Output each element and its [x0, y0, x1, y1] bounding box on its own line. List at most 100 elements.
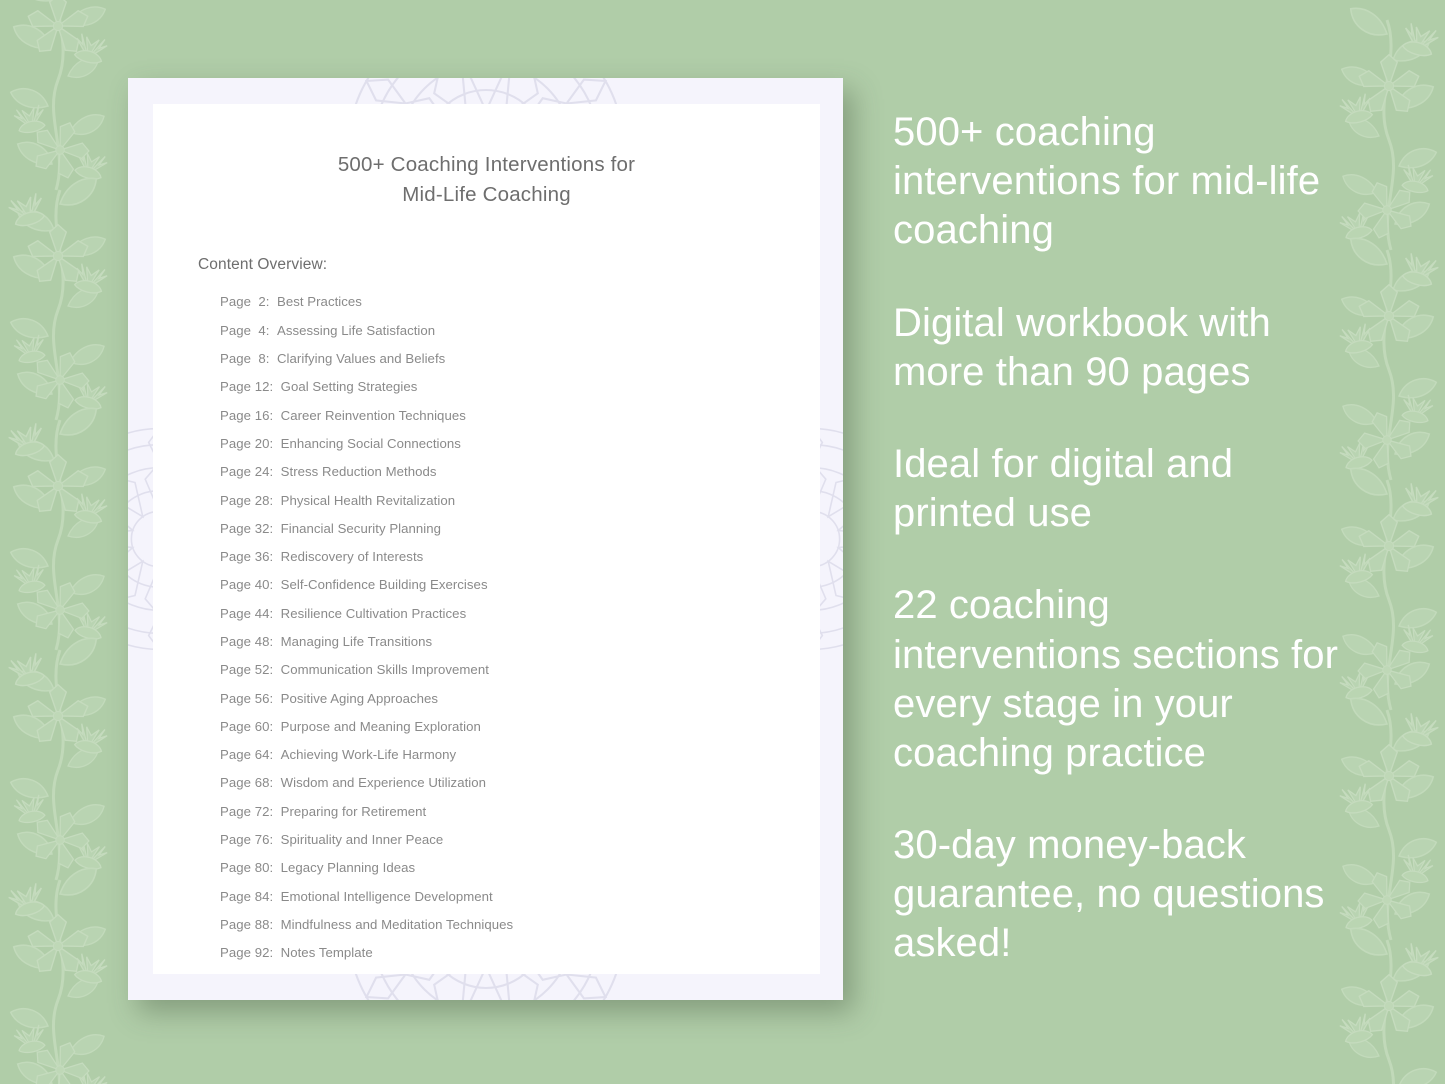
toc-separator: [273, 437, 280, 450]
toc-separator: [273, 607, 280, 620]
toc-row: Page 68: Wisdom and Experience Utilizati…: [220, 776, 786, 789]
toc-separator: [273, 833, 280, 846]
toc-row: Page 24: Stress Reduction Methods: [220, 465, 786, 478]
table-of-contents: Page 2: Best Practices Page 4: Assessing …: [220, 295, 786, 959]
toc-page-number: Page 28:: [220, 492, 274, 508]
toc-row: Page 92: Notes Template: [220, 946, 786, 959]
toc-row: Page 40: Self-Confidence Building Exerci…: [220, 578, 786, 591]
promo-line: 22 coaching interventions sections for e…: [893, 583, 1339, 775]
toc-page-number: Page 52:: [220, 662, 274, 678]
toc-separator: [273, 494, 280, 507]
toc-row: Page 72: Preparing for Retirement: [220, 805, 786, 818]
toc-row: Page 36: Rediscovery of Interests: [220, 550, 786, 563]
toc-section-title: Legacy Planning Ideas: [280, 860, 416, 876]
toc-separator: [270, 352, 277, 365]
toc-separator: [273, 776, 280, 789]
toc-separator: [273, 663, 280, 676]
toc-section-title: Purpose and Meaning Exploration: [280, 718, 481, 734]
toc-section-title: Communication Skills Improvement: [280, 662, 489, 678]
toc-section-title: Achieving Work-Life Harmony: [280, 747, 457, 763]
toc-row: Page 48: Managing Life Transitions: [220, 635, 786, 648]
toc-row: Page 8: Clarifying Values and Beliefs: [220, 352, 786, 365]
toc-page-number: Page 80:: [220, 860, 274, 876]
floral-vine-icon: [0, 0, 136, 1084]
toc-section-title: Clarifying Values and Beliefs: [276, 351, 446, 367]
page-title: 500+ Coaching Interventions for Mid-Life…: [337, 153, 636, 206]
toc-separator: [273, 720, 280, 733]
toc-page-number: Page 60:: [220, 718, 274, 734]
toc-section-title: Rediscovery of Interests: [280, 549, 424, 565]
toc-section-title: Notes Template: [280, 945, 373, 961]
toc-row: Page 76: Spirituality and Inner Peace: [220, 833, 786, 846]
toc-row: Page 32: Financial Security Planning: [220, 522, 786, 535]
toc-row: Page 84: Emotional Intelligence Developm…: [220, 888, 786, 904]
toc-page-number: Page 56:: [220, 690, 274, 706]
toc-row: Page 44: Resilience Cultivation Practice…: [220, 607, 786, 620]
toc-page-number: Page 4:: [220, 322, 270, 338]
toc-page-number: Page 12:: [220, 379, 274, 395]
toc-row: Page 60: Purpose and Meaning Exploration: [220, 720, 786, 733]
toc-page-number: Page 16:: [220, 407, 274, 423]
promo-line: Digital workbook with more than 90 pages: [893, 300, 1271, 394]
toc-separator: [270, 324, 277, 337]
toc-section-title: Self-Confidence Building Exercises: [280, 577, 488, 593]
toc-separator: [273, 522, 280, 535]
toc-separator: [273, 918, 280, 931]
toc-separator: [273, 692, 280, 705]
toc-row: Page 12: Goal Setting Strategies: [220, 380, 786, 393]
toc-page-number: Page 72:: [220, 803, 274, 819]
promo-line: 30-day money-back guarantee, no question…: [893, 823, 1325, 966]
toc-section-title: Positive Aging Approaches: [280, 690, 439, 706]
toc-separator: [273, 946, 280, 959]
toc-separator: [273, 380, 280, 393]
toc-separator: [273, 465, 280, 478]
toc-page-number: Page 32:: [220, 520, 274, 536]
toc-page-number: Page 88:: [220, 916, 274, 932]
workbook-page: 500+ Coaching Interventions for Mid-Life…: [153, 104, 820, 974]
toc-section-title: Enhancing Social Connections: [280, 435, 461, 451]
toc-separator: [273, 861, 280, 874]
toc-section-title: Career Reinvention Techniques: [280, 407, 466, 423]
toc-row: Page 88: Mindfulness and Meditation Tech…: [220, 918, 786, 931]
toc-page-number: Page 76:: [220, 832, 274, 848]
content-overview-label: Content Overview:: [198, 256, 328, 274]
toc-row: Page 64: Achieving Work-Life Harmony: [220, 748, 786, 761]
toc-row: Page 80: Legacy Planning Ideas: [220, 861, 786, 874]
toc-page-number: Page 40:: [220, 577, 274, 593]
toc-section-title: Assessing Life Satisfaction: [276, 322, 436, 338]
toc-separator: [273, 805, 280, 818]
toc-page-number: Page 2:: [220, 294, 270, 310]
toc-page-number: Page 8:: [220, 351, 270, 367]
toc-row: Page 20: Enhancing Social Connections: [220, 437, 786, 450]
toc-section-title: Mindfulness and Meditation Techniques: [280, 916, 514, 932]
promo-line: 500+ coaching interventions for mid-life…: [893, 110, 1321, 253]
toc-page-number: Page 92:: [220, 945, 274, 961]
promo-line: Ideal for digital and printed use: [893, 441, 1234, 536]
toc-separator: [273, 748, 280, 761]
toc-row: Page 28: Physical Health Revitalization: [220, 492, 786, 508]
toc-separator: [273, 409, 280, 422]
toc-section-title: Resilience Cultivation Practices: [280, 605, 467, 621]
toc-section-title: Wisdom and Experience Utilization: [280, 775, 487, 791]
toc-page-number: Page 64:: [220, 747, 274, 763]
toc-row: Page 52: Communication Skills Improvemen…: [220, 663, 786, 676]
toc-page-number: Page 84:: [220, 888, 274, 904]
toc-section-title: Managing Life Transitions: [280, 634, 433, 649]
toc-section-title: Preparing for Retirement: [280, 803, 427, 819]
toc-row: Page 56: Positive Aging Approaches: [220, 690, 786, 706]
toc-section-title: Goal Setting Strategies: [280, 379, 418, 395]
toc-separator: [273, 890, 280, 903]
toc-section-title: Stress Reduction Methods: [280, 464, 437, 480]
toc-page-number: Page 68:: [220, 775, 274, 791]
product-card: 500+ Coaching Interventions for Mid-Life…: [128, 78, 843, 1000]
toc-row: Page 16: Career Reinvention Techniques: [220, 407, 786, 423]
toc-page-number: Page 24:: [220, 464, 274, 480]
toc-page-number: Page 48:: [220, 634, 274, 649]
toc-row: Page 2: Best Practices: [220, 295, 786, 308]
toc-page-number: Page 20:: [220, 435, 274, 451]
toc-row: Page 4: Assessing Life Satisfaction: [220, 324, 786, 337]
toc-separator: [273, 550, 280, 563]
toc-separator: [273, 578, 280, 591]
floral-vine-border-left: [0, 0, 136, 1084]
toc-section-title: Best Practices: [276, 294, 362, 310]
